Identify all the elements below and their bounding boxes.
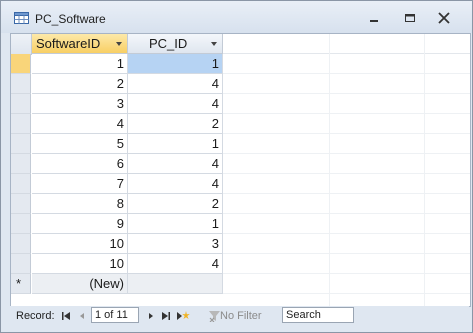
last-record-icon[interactable]: [161, 310, 171, 322]
row-selector[interactable]: [11, 74, 31, 94]
record-label: Record:: [16, 310, 55, 322]
pc-id-cell[interactable]: 3: [128, 234, 223, 254]
row-selector[interactable]: [11, 154, 31, 174]
table-row[interactable]: 7 4: [11, 174, 470, 194]
column-header-pc-id[interactable]: PC_ID: [128, 34, 223, 54]
column-header-label: SoftwareID: [36, 36, 101, 51]
new-record-marker: *: [16, 276, 22, 291]
no-filter-button[interactable]: No Filter: [206, 306, 262, 326]
row-filler: [223, 94, 470, 114]
table-row[interactable]: 4 2: [11, 114, 470, 134]
pc-id-cell[interactable]: 4: [128, 174, 223, 194]
softwareid-cell[interactable]: 10: [32, 254, 128, 274]
column-header-softwareid[interactable]: SoftwareID: [32, 34, 128, 54]
dropdown-arrow-icon[interactable]: [116, 42, 122, 46]
next-record-icon[interactable]: [146, 310, 156, 322]
column-header-label: PC_ID: [149, 36, 188, 51]
softwareid-cell[interactable]: 5: [32, 134, 128, 154]
row-filler: [223, 234, 470, 254]
new-record-cell[interactable]: (New): [32, 274, 128, 294]
dropdown-arrow-icon[interactable]: [211, 42, 217, 46]
pc-id-cell[interactable]: 1: [128, 54, 223, 74]
table-row[interactable]: 10 4: [11, 254, 470, 274]
row-filler: [223, 174, 470, 194]
restore-icon[interactable]: [399, 10, 421, 26]
softwareid-cell[interactable]: 3: [32, 94, 128, 114]
new-record-icon[interactable]: [176, 310, 190, 322]
row-selector[interactable]: [11, 234, 31, 254]
row-selector[interactable]: [11, 254, 31, 274]
pc-id-cell[interactable]: 4: [128, 94, 223, 114]
row-filler: [223, 194, 470, 214]
row-selector[interactable]: [11, 174, 31, 194]
table-window: PC_Software SoftwareID PC_ID 1 1 2 4 3 4…: [0, 0, 473, 333]
current-record-input[interactable]: 1 of 11: [91, 307, 139, 323]
first-record-icon[interactable]: [61, 310, 71, 322]
pc-id-cell[interactable]: 4: [128, 154, 223, 174]
close-icon[interactable]: [433, 10, 455, 26]
minimize-icon[interactable]: [363, 10, 385, 26]
pc-id-cell[interactable]: 1: [128, 214, 223, 234]
softwareid-cell[interactable]: 4: [32, 114, 128, 134]
table-row[interactable]: 9 1: [11, 214, 470, 234]
row-selector[interactable]: [11, 54, 31, 74]
search-input[interactable]: Search: [282, 307, 354, 323]
softwareid-cell[interactable]: 10: [32, 234, 128, 254]
new-record-row[interactable]: * (New): [11, 274, 470, 294]
row-selector[interactable]: [11, 134, 31, 154]
pc-id-cell[interactable]: 2: [128, 114, 223, 134]
pc-id-cell[interactable]: 2: [128, 194, 223, 214]
row-filler: [223, 154, 470, 174]
row-selector[interactable]: [11, 94, 31, 114]
pc-id-cell[interactable]: 4: [128, 254, 223, 274]
softwareid-cell[interactable]: 8: [32, 194, 128, 214]
softwareid-cell[interactable]: 7: [32, 174, 128, 194]
row-filler: [223, 54, 470, 74]
record-navigator: Record: 1 of 11 No Filter Search: [10, 306, 469, 326]
table-row[interactable]: 3 4: [11, 94, 470, 114]
softwareid-cell[interactable]: 2: [32, 74, 128, 94]
row-selector[interactable]: [11, 114, 31, 134]
datasheet-grid: SoftwareID PC_ID 1 1 2 4 3 4 4 2 5 1 6 4…: [10, 33, 471, 307]
row-filler: [223, 274, 470, 294]
softwareid-cell[interactable]: 1: [32, 54, 128, 74]
row-filler: [223, 74, 470, 94]
row-filler: [223, 214, 470, 234]
softwareid-cell[interactable]: 6: [32, 154, 128, 174]
row-filler: [223, 134, 470, 154]
new-row-selector[interactable]: *: [11, 274, 31, 294]
table-row[interactable]: 6 4: [11, 154, 470, 174]
row-filler: [223, 254, 470, 274]
header-filler: [223, 34, 470, 54]
table-row[interactable]: 10 3: [11, 234, 470, 254]
row-selector[interactable]: [11, 194, 31, 214]
table-row[interactable]: 5 1: [11, 134, 470, 154]
row-selector[interactable]: [11, 214, 31, 234]
previous-record-icon[interactable]: [77, 310, 87, 322]
pc-id-cell[interactable]: 1: [128, 134, 223, 154]
window-title: PC_Software: [35, 12, 106, 26]
pc-id-cell[interactable]: 4: [128, 74, 223, 94]
table-row[interactable]: 1 1: [11, 54, 470, 74]
select-all-corner[interactable]: [11, 34, 32, 55]
new-record-cell-empty[interactable]: [128, 274, 223, 294]
row-filler: [223, 114, 470, 134]
title-bar[interactable]: PC_Software: [1, 1, 472, 33]
table-row[interactable]: 2 4: [11, 74, 470, 94]
table-icon: [14, 12, 29, 24]
softwareid-cell[interactable]: 9: [32, 214, 128, 234]
table-row[interactable]: 8 2: [11, 194, 470, 214]
